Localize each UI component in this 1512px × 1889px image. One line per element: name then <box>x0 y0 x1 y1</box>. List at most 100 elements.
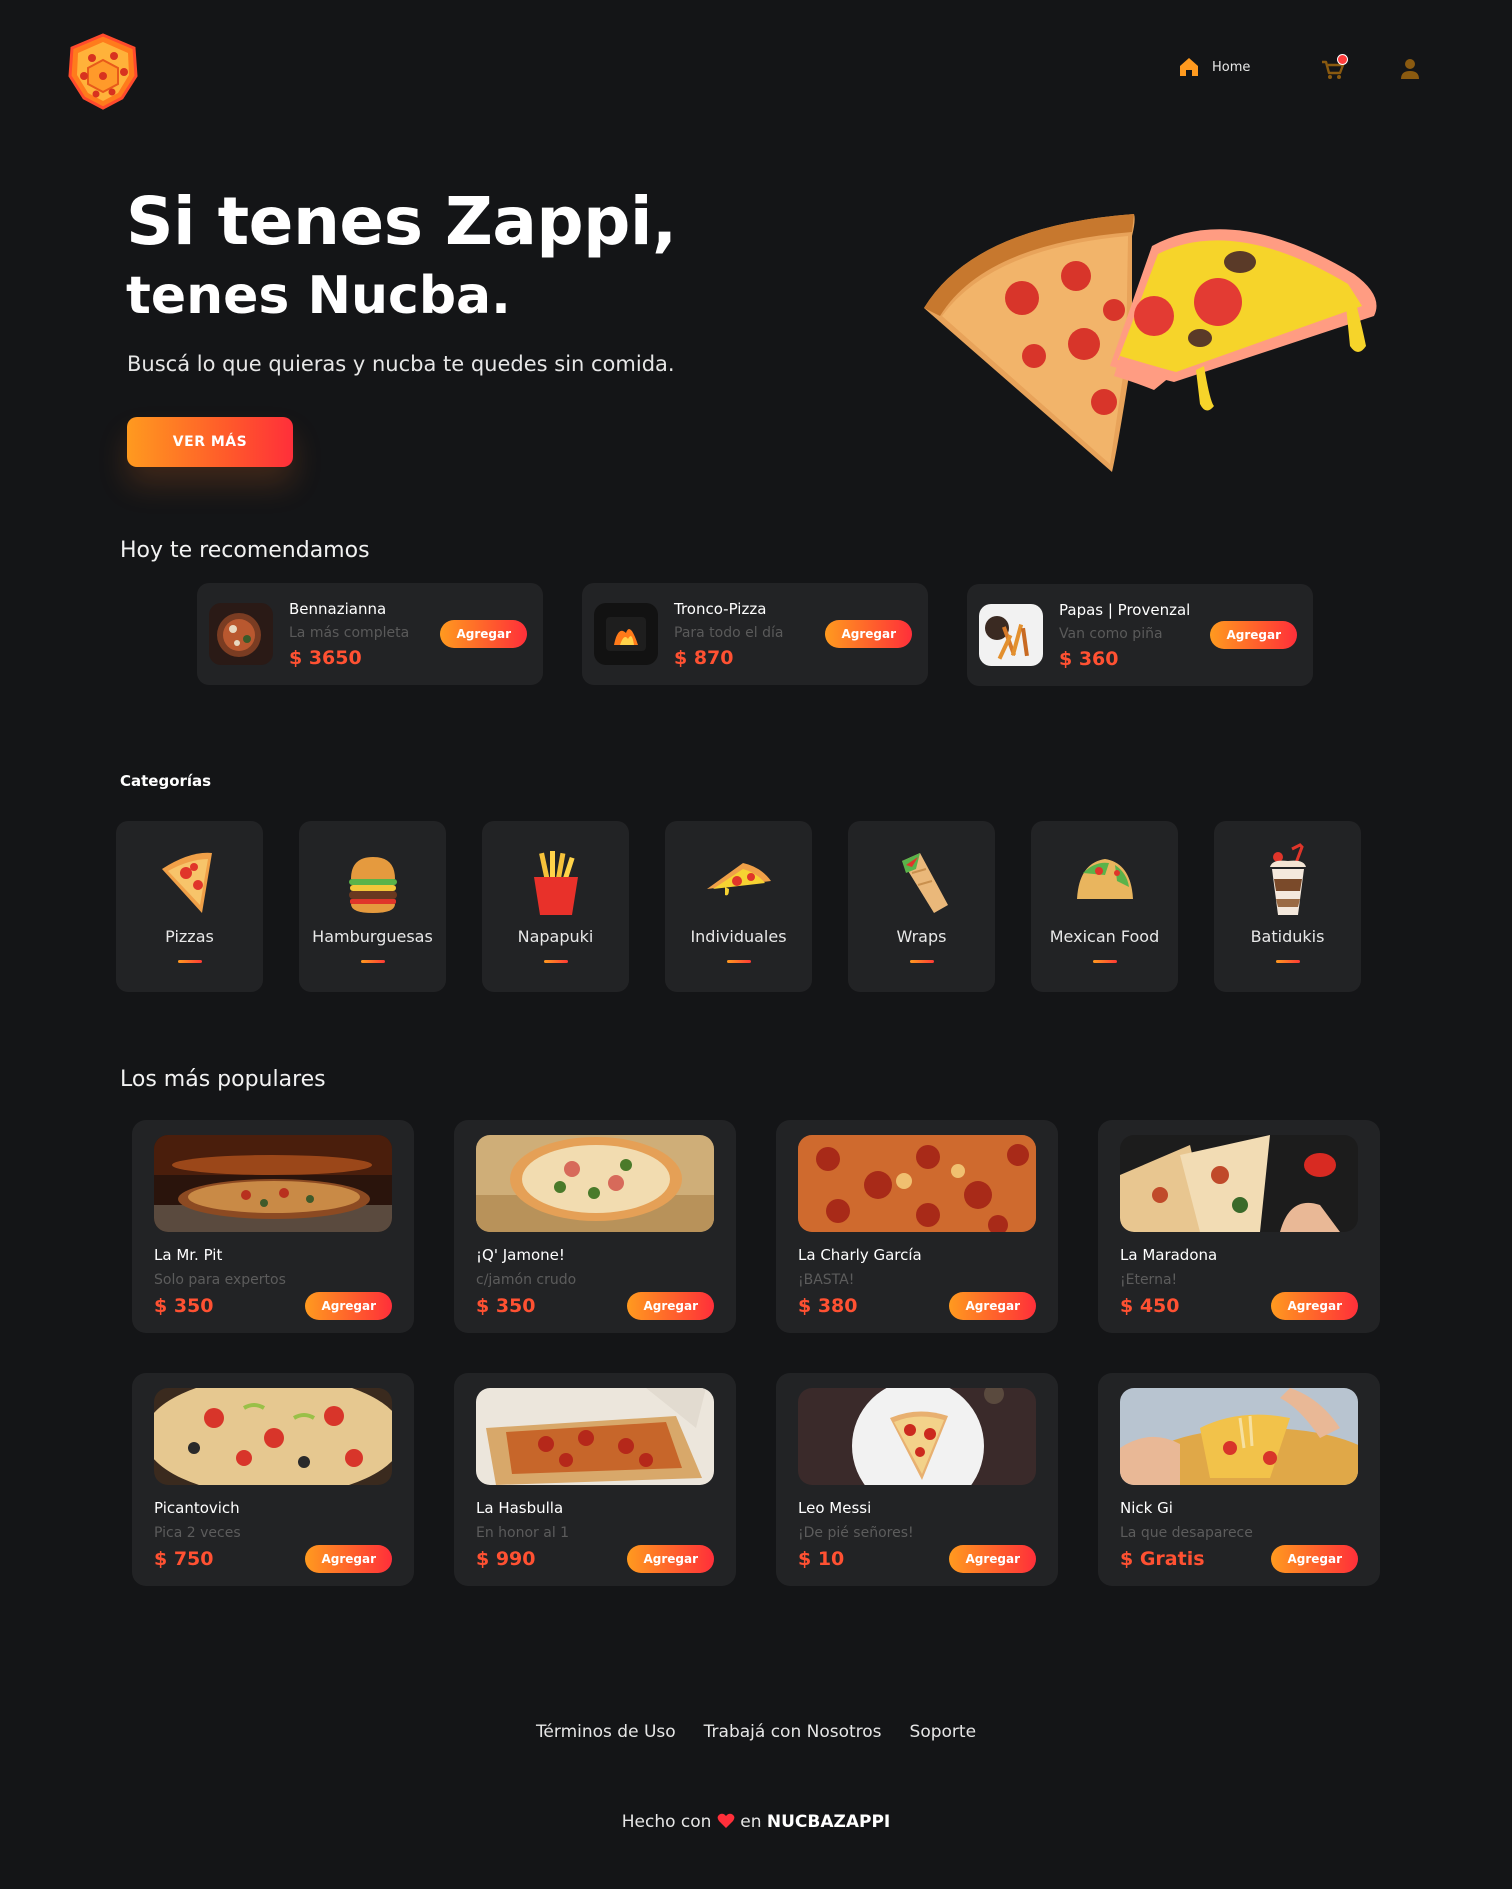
category-wraps[interactable]: Wraps <box>848 821 995 992</box>
category-indicator <box>360 960 385 963</box>
category-individuales[interactable]: Individuales <box>665 821 812 992</box>
add-to-cart-button[interactable]: Agregar <box>305 1292 392 1320</box>
product-price: $ Gratis <box>1120 1548 1205 1570</box>
add-to-cart-button[interactable]: Agregar <box>627 1545 714 1573</box>
recommended-thumbnail <box>209 603 273 665</box>
recommended-description: Van como piña <box>1059 625 1163 642</box>
product-price: $ 350 <box>154 1295 214 1317</box>
product-name: La Hasbulla <box>476 1499 564 1517</box>
add-to-cart-button[interactable]: Agregar <box>305 1545 392 1573</box>
category-hamburguesas[interactable]: Hamburguesas <box>299 821 446 992</box>
burger-icon <box>348 857 397 913</box>
footer-link-soporte[interactable]: Soporte <box>910 1722 977 1742</box>
product-card: La Maradona ¡Eterna! $ 450 Agregar <box>1098 1120 1380 1333</box>
product-description: Pica 2 veces <box>154 1525 241 1541</box>
add-to-cart-button[interactable]: Agregar <box>1271 1545 1358 1573</box>
product-image <box>1120 1135 1358 1232</box>
product-image <box>476 1135 714 1232</box>
hero-title: Si tenes Zappi, <box>126 183 677 260</box>
category-label: Batidukis <box>1250 927 1325 946</box>
product-card: Leo Messi ¡De pié señores! $ 10 Agregar <box>776 1373 1058 1586</box>
footer-link-terminos[interactable]: Términos de Uso <box>536 1722 676 1742</box>
category-pizzas[interactable]: Pizzas <box>116 821 263 992</box>
product-price: $ 350 <box>476 1295 536 1317</box>
recommended-thumbnail <box>979 604 1043 666</box>
nav-home-link[interactable]: Home <box>1178 56 1250 78</box>
user-icon <box>1401 59 1419 79</box>
logo-icon <box>68 33 138 110</box>
home-icon <box>1180 58 1198 76</box>
category-label: Hamburguesas <box>312 927 433 946</box>
recommended-name: Bennazianna <box>289 599 387 618</box>
recommended-card: Bennazianna La más completa $ 3650 Agreg… <box>197 583 543 685</box>
footer-link-trabaja[interactable]: Trabajá con Nosotros <box>704 1722 882 1742</box>
footer-brand: NUCBAZAPPI <box>766 1812 891 1832</box>
taco-icon <box>1076 859 1133 899</box>
category-label: Wraps <box>896 927 947 946</box>
pizza-slice-icon <box>161 852 212 913</box>
add-to-cart-button[interactable]: Agregar <box>1210 621 1297 649</box>
product-price: $ 750 <box>154 1548 214 1570</box>
footer-made-middle: en <box>740 1812 762 1832</box>
product-description: Solo para expertos <box>154 1272 286 1288</box>
product-description: ¡Eterna! <box>1120 1272 1178 1288</box>
add-to-cart-button[interactable]: Agregar <box>825 620 912 648</box>
add-to-cart-button[interactable]: Agregar <box>949 1292 1036 1320</box>
pizza-piece-icon <box>706 863 771 896</box>
product-description: En honor al 1 <box>476 1525 570 1541</box>
product-description: c/jamón crudo <box>476 1272 577 1288</box>
product-image <box>798 1135 1036 1232</box>
category-indicator <box>1275 960 1300 963</box>
hero-subtitle: tenes Nucba. <box>126 266 511 326</box>
add-to-cart-button[interactable]: Agregar <box>440 620 527 648</box>
footer-credit: Hecho con en NUCBAZAPPI <box>0 1812 1512 1832</box>
recommended-name: Tronco-Pizza <box>674 599 767 618</box>
category-indicator <box>543 960 568 963</box>
product-name: La Maradona <box>1120 1246 1218 1264</box>
category-indicator <box>909 960 934 963</box>
product-image <box>476 1388 714 1485</box>
category-napapuki[interactable]: Napapuki <box>482 821 629 992</box>
add-to-cart-button[interactable]: Agregar <box>627 1292 714 1320</box>
add-to-cart-button[interactable]: Agregar <box>949 1545 1036 1573</box>
product-price: $ 450 <box>1120 1295 1180 1317</box>
user-button[interactable] <box>1398 56 1424 84</box>
nav-home-label: Home <box>1212 59 1251 75</box>
category-mexican-food[interactable]: Mexican Food <box>1031 821 1178 992</box>
recommended-thumbnail <box>594 603 658 665</box>
cart-badge <box>1337 54 1348 65</box>
product-price: $ 10 <box>798 1548 845 1570</box>
product-image <box>798 1388 1036 1485</box>
cart-button[interactable] <box>1320 54 1350 84</box>
footer-links: Términos de Uso Trabajá con Nosotros Sop… <box>0 1722 1512 1742</box>
ver-mas-button[interactable]: VER MÁS <box>127 417 293 467</box>
category-label: Mexican Food <box>1049 927 1160 946</box>
product-card: Picantovich Pica 2 veces $ 750 Agregar <box>132 1373 414 1586</box>
fries-icon <box>533 851 578 915</box>
product-name: La Mr. Pit <box>154 1246 223 1264</box>
add-to-cart-button[interactable]: Agregar <box>1271 1292 1358 1320</box>
product-image <box>154 1388 392 1485</box>
recommended-price: $ 870 <box>674 646 734 669</box>
product-description: ¡BASTA! <box>798 1272 855 1288</box>
category-indicator <box>1092 960 1117 963</box>
category-indicator <box>177 960 202 963</box>
product-image <box>154 1135 392 1232</box>
recommended-description: Para todo el día <box>674 624 784 641</box>
popular-title: Los más populares <box>120 1067 326 1092</box>
product-name: Nick Gi <box>1120 1499 1173 1517</box>
product-card: Nick Gi La que desaparece $ Gratis Agreg… <box>1098 1373 1380 1586</box>
hero-pizza-illustration <box>914 206 1394 482</box>
logo[interactable] <box>66 32 140 110</box>
category-label: Pizzas <box>165 927 214 946</box>
recommended-name: Papas | Provenzal <box>1059 600 1191 619</box>
recommended-description: La más completa <box>289 624 410 641</box>
category-indicator <box>726 960 751 963</box>
recommended-price: $ 360 <box>1059 647 1119 670</box>
product-card: La Mr. Pit Solo para expertos $ 350 Agre… <box>132 1120 414 1333</box>
product-card: ¡Q' Jamone! c/jamón crudo $ 350 Agregar <box>454 1120 736 1333</box>
category-batidukis[interactable]: Batidukis <box>1214 821 1361 992</box>
product-name: Picantovich <box>154 1499 240 1517</box>
product-name: Leo Messi <box>798 1499 872 1517</box>
recommended-card: Tronco-Pizza Para todo el día $ 870 Agre… <box>582 583 928 685</box>
